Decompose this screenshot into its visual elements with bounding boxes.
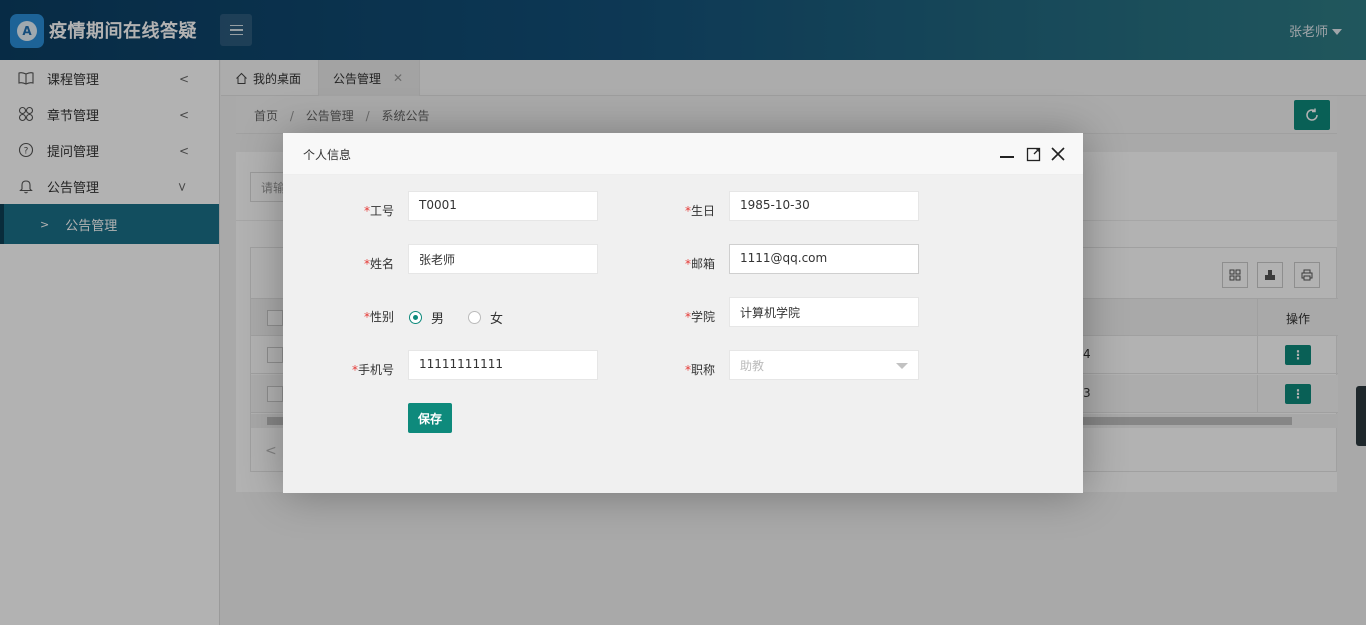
profile-dialog: 个人信息 *工号 T0001 *姓名 张老师 *性别 男 女 *手机号 1111… [283,133,1083,493]
save-button[interactable]: 保存 [408,403,452,433]
title-select[interactable]: 助教 [729,350,919,380]
minimize-button[interactable] [999,146,1015,162]
birthday-label: *生日 [684,204,715,218]
college-field[interactable]: 计算机学院 [729,297,919,327]
caret-down-icon [896,363,908,369]
name-field[interactable]: 张老师 [408,244,598,274]
minimize-icon [1000,156,1014,158]
maximize-button[interactable] [1025,146,1041,162]
gender-male-radio[interactable]: 男 [409,308,444,327]
radio-checked-icon [409,311,422,324]
email-field[interactable]: 1111@qq.com [729,244,919,274]
close-button[interactable] [1050,146,1066,162]
name-label: *姓名 [363,257,394,271]
job-no-field[interactable]: T0001 [408,191,598,221]
college-label: *学院 [684,310,715,324]
job-no-label: *工号 [363,204,394,218]
maximize-icon [1026,147,1040,161]
close-icon [1051,147,1065,161]
gender-label: *性别 [363,310,394,324]
dialog-header: 个人信息 [283,133,1083,175]
email-label: *邮箱 [684,257,715,271]
birthday-field[interactable]: 1985-10-30 [729,191,919,221]
gender-female-radio[interactable]: 女 [468,308,503,327]
phone-label: *手机号 [351,363,394,377]
title-label: *职称 [684,363,715,377]
phone-field[interactable]: 11111111111 [408,350,598,380]
dialog-title: 个人信息 [303,148,352,162]
radio-unchecked-icon [468,311,481,324]
